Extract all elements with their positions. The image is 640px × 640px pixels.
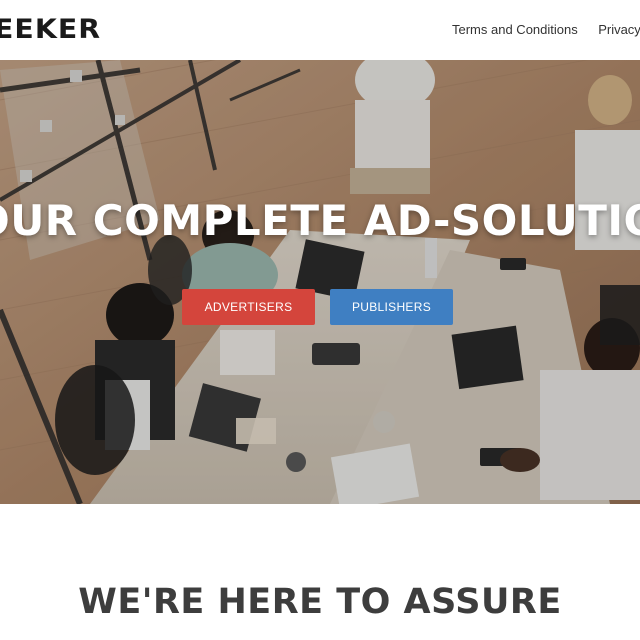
hero-title: OUR COMPLETE AD-SOLUTIO <box>0 196 640 245</box>
hero-banner: OUR COMPLETE AD-SOLUTIO ADVERTISERS PUBL… <box>0 60 640 504</box>
advertisers-button[interactable]: ADVERTISERS <box>182 289 315 325</box>
publishers-button[interactable]: PUBLISHERS <box>330 289 453 325</box>
hero-background-photo <box>0 60 640 504</box>
top-nav: Terms and Conditions Privacy S <box>452 21 640 39</box>
site-logo[interactable]: EEKER <box>0 13 101 47</box>
section-heading: WE'RE HERE TO ASSURE <box>78 582 562 622</box>
site-header: EEKER Terms and Conditions Privacy S <box>0 0 640 60</box>
nav-link-privacy[interactable]: Privacy S <box>598 21 640 39</box>
page: EEKER Terms and Conditions Privacy S <box>0 0 640 640</box>
nav-link-terms[interactable]: Terms and Conditions <box>452 21 578 39</box>
